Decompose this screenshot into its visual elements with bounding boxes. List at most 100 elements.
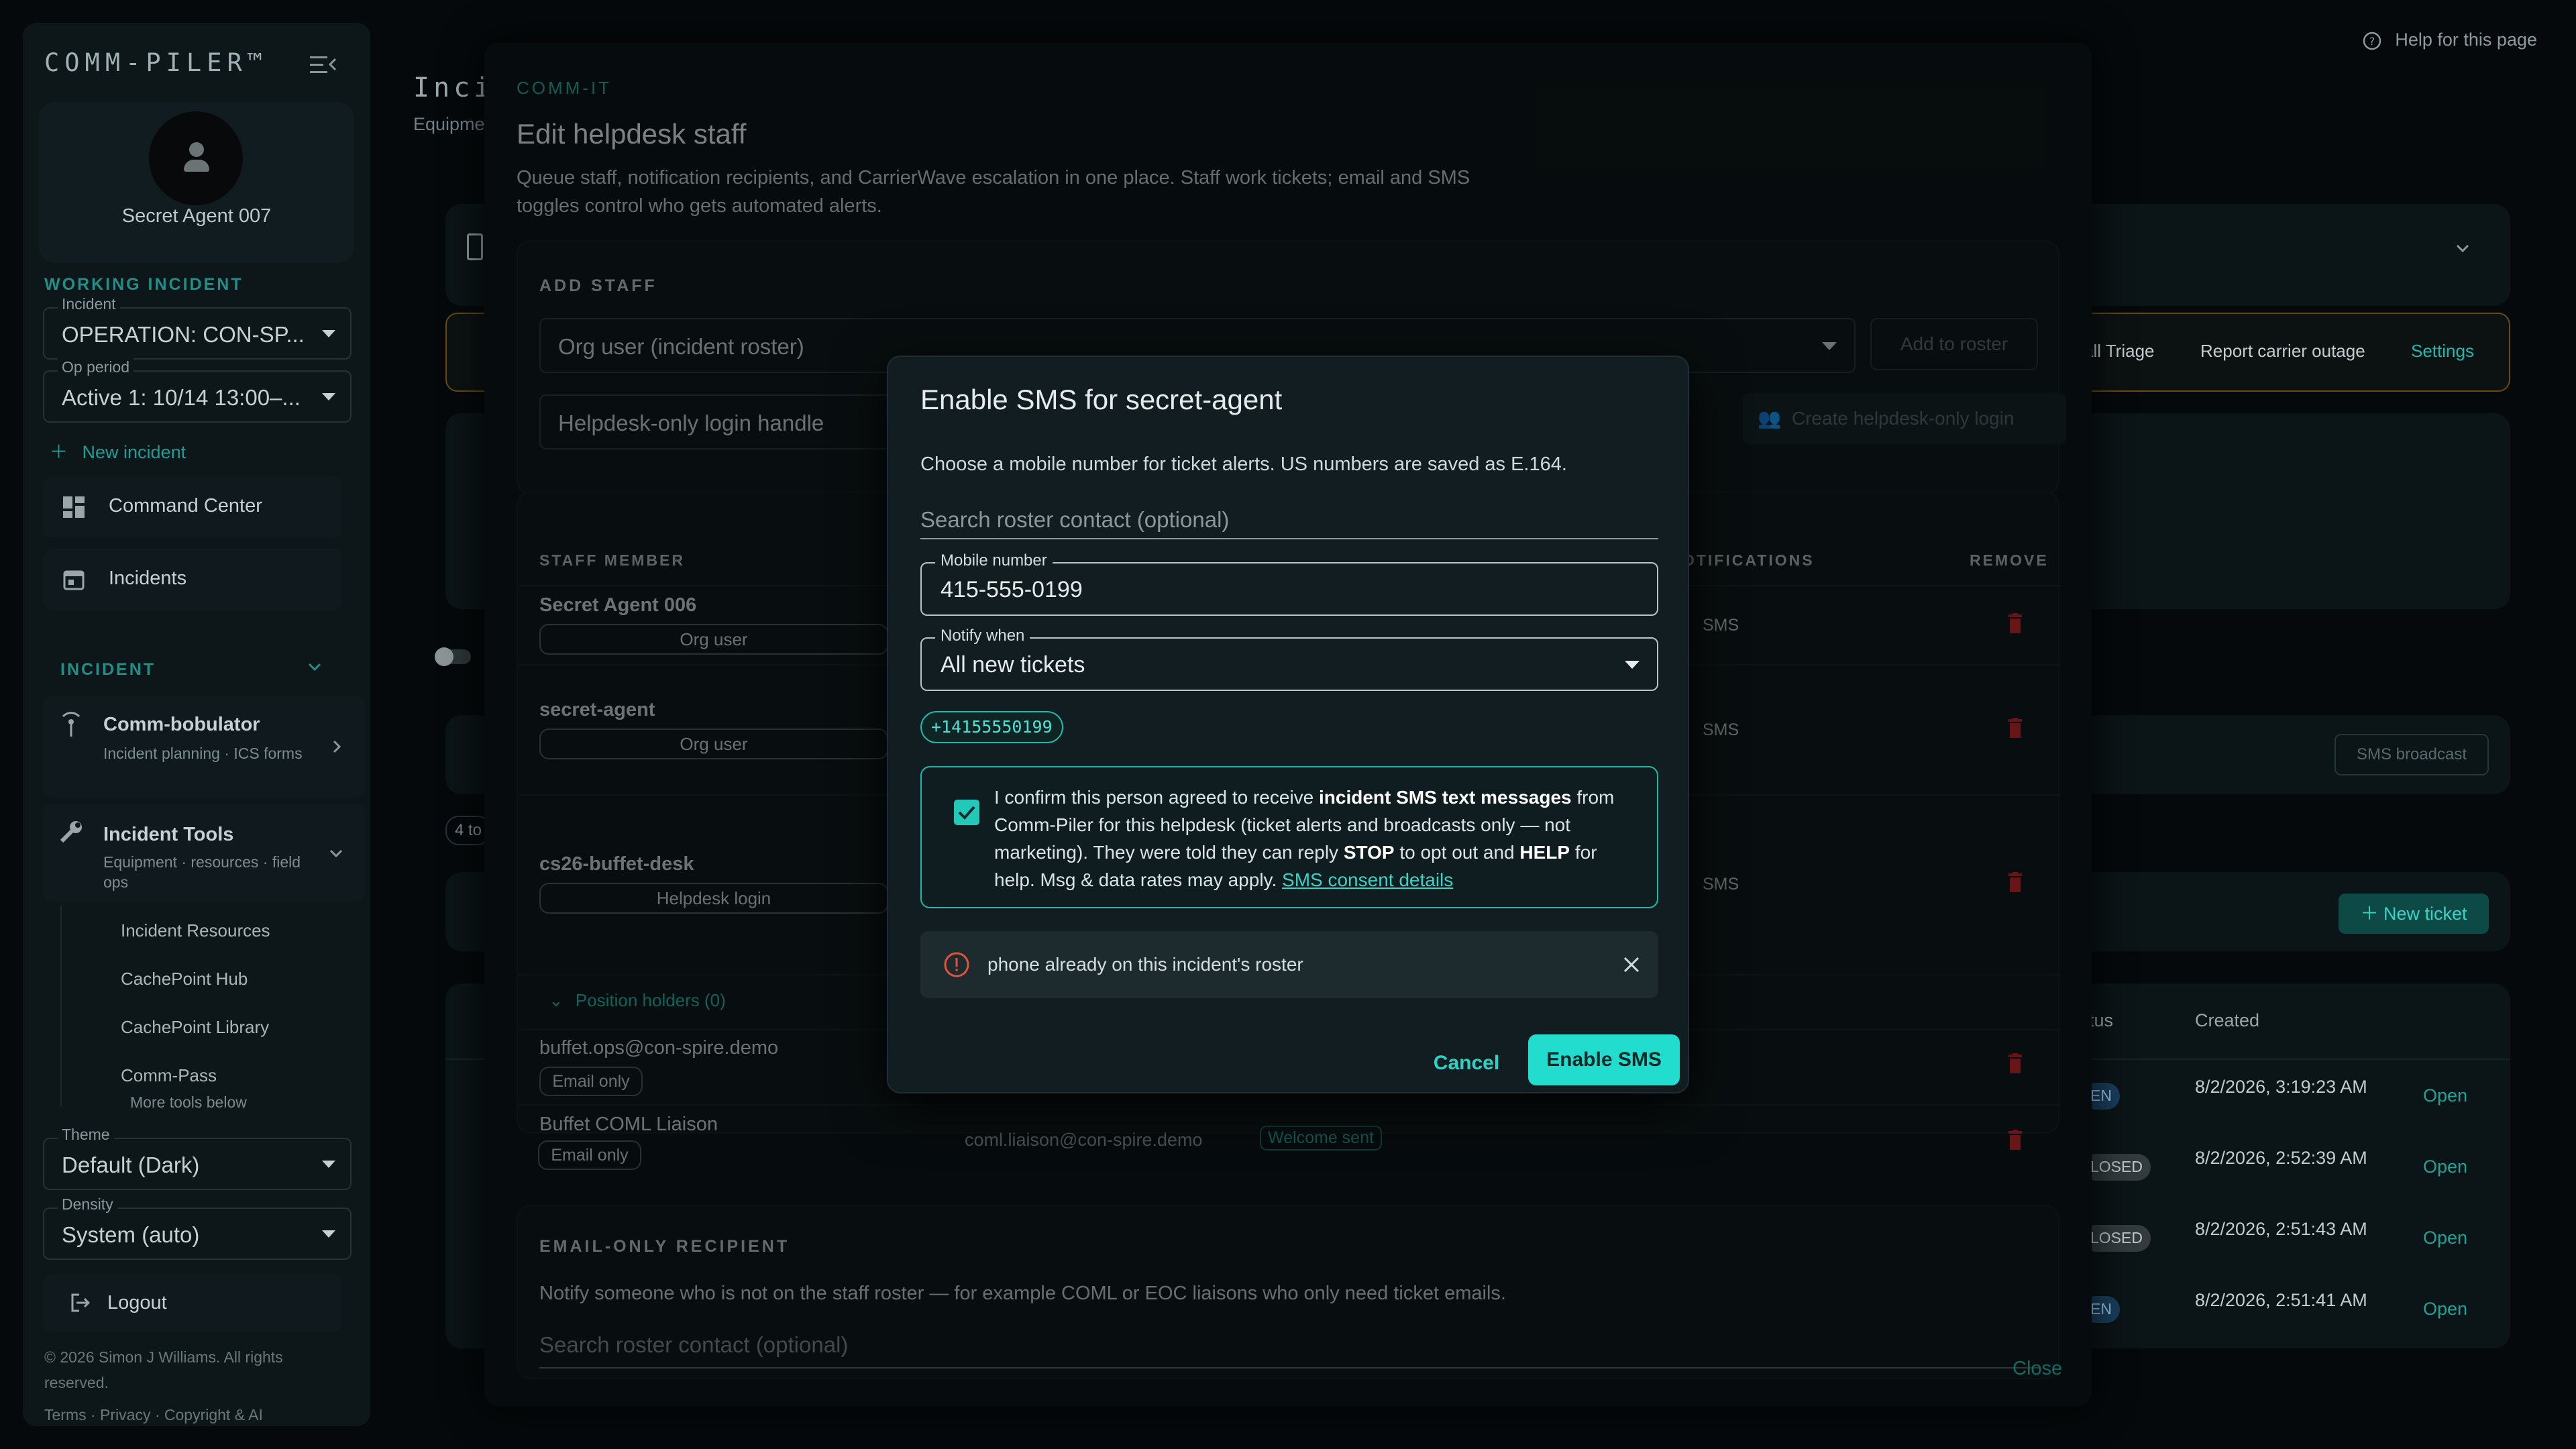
- comm-bobulator-title: Comm-bobulator: [103, 714, 260, 735]
- sub-item-cachepoint-hub[interactable]: CachePoint Hub: [121, 969, 248, 989]
- sms-consent-details-link[interactable]: SMS consent details: [1282, 869, 1453, 890]
- incident-value: OPERATION: CON-SP...: [62, 322, 303, 347]
- triage-link[interactable]: all Triage: [2084, 341, 2155, 362]
- notify-when-value: All new tickets: [941, 652, 1085, 678]
- dialog-description: Queue staff, notification recipients, an…: [517, 167, 1470, 217]
- svg-text:?: ?: [2369, 35, 2375, 48]
- trash-icon[interactable]: [2007, 1130, 2023, 1150]
- density-select[interactable]: Density System (auto): [43, 1195, 352, 1260]
- staff-type-badge: Org user: [539, 624, 888, 655]
- nav-label: Command Center: [109, 495, 262, 517]
- open-ticket-link[interactable]: Open: [2423, 1228, 2467, 1248]
- cancel-button[interactable]: Cancel: [1425, 1038, 1508, 1088]
- comm-bobulator-card[interactable]: Comm-bobulator Incident planning · ICS f…: [43, 696, 365, 797]
- create-login-button[interactable]: 👥 Create helpdesk-only login: [1743, 393, 2066, 444]
- error-icon: [944, 952, 969, 977]
- position-holders-toggle[interactable]: ⌄ Position holders (0): [549, 990, 726, 1011]
- theme-select[interactable]: Theme Default (Dark): [43, 1126, 352, 1190]
- avatar[interactable]: [149, 111, 243, 205]
- antenna-icon: [62, 712, 80, 737]
- notify-when-select[interactable]: Notify when All new tickets: [920, 627, 1658, 691]
- helpdesk-login-input[interactable]: Helpdesk-only login handle: [539, 394, 915, 449]
- sub-item-cachepoint-library[interactable]: CachePoint Library: [121, 1017, 269, 1038]
- help-label: Help for this page: [2395, 30, 2537, 50]
- collapse-menu-icon[interactable]: [310, 54, 337, 76]
- open-ticket-link[interactable]: Open: [2423, 1157, 2467, 1177]
- email-search-input[interactable]: Search roster contact (optional): [539, 1326, 2039, 1368]
- new-incident-link[interactable]: ＋ New incident: [50, 437, 186, 464]
- logout-label: Logout: [107, 1292, 167, 1313]
- settings-link[interactable]: Settings: [2411, 341, 2474, 362]
- logout-button[interactable]: Logout: [43, 1275, 342, 1332]
- chevron-down-icon: [322, 393, 335, 400]
- staff-type-badge: Helpdesk login: [539, 883, 888, 914]
- page-subtitle: Equipme: [413, 114, 485, 134]
- enable-sms-button[interactable]: Enable SMS: [1528, 1034, 1680, 1085]
- footer-links[interactable]: Terms · Privacy · Copyright & AI: [44, 1402, 263, 1428]
- open-ticket-link[interactable]: Open: [2423, 1299, 2467, 1320]
- op-period-select[interactable]: Op period Active 1: 10/14 13:00–...: [43, 358, 352, 423]
- sms-broadcast-button[interactable]: SMS broadcast: [2334, 734, 2489, 775]
- avatar-body: [184, 160, 209, 172]
- col-remove: REMOVE: [1970, 551, 2049, 569]
- more-tools-hint: More tools below: [130, 1093, 247, 1111]
- page-title: Inci: [413, 72, 494, 103]
- sms-tag: SMS: [1703, 720, 1739, 739]
- trash-icon[interactable]: [2007, 718, 2023, 738]
- trash-icon[interactable]: [2007, 872, 2023, 892]
- chevron-down-icon: [322, 330, 335, 337]
- col-notifications: OTIFICATIONS: [1682, 551, 1815, 569]
- add-staff-label: ADD STAFF: [539, 276, 657, 295]
- theme-label: Theme: [58, 1126, 114, 1144]
- chevron-down-icon[interactable]: [2455, 243, 2470, 254]
- roster-contact-search[interactable]: Search roster contact (optional): [920, 500, 1658, 539]
- roster-search-placeholder: Search roster contact (optional): [920, 507, 1230, 532]
- incident-field-label: Incident: [58, 295, 120, 313]
- helpdesk-login-placeholder: Helpdesk-only login handle: [558, 411, 824, 435]
- chevron-down-icon[interactable]: [307, 661, 322, 672]
- new-ticket-label: New ticket: [2383, 904, 2467, 924]
- profile-name: Secret Agent 007: [121, 205, 272, 227]
- wrench-icon: [60, 821, 82, 843]
- email-recipient-name: Buffet COML Liaison: [539, 1114, 718, 1135]
- trash-icon[interactable]: [2007, 613, 2023, 633]
- ticket-created: 8/2/2026, 2:51:43 AM: [2195, 1219, 2367, 1239]
- trash-icon[interactable]: [2007, 1053, 2023, 1073]
- ticket-created: 8/2/2026, 2:51:41 AM: [2195, 1290, 2367, 1310]
- error-message: phone already on this incident's roster: [987, 954, 1303, 975]
- open-ticket-link[interactable]: Open: [2423, 1085, 2467, 1106]
- sms-dialog-description: Choose a mobile number for ticket alerts…: [920, 453, 1567, 475]
- status-badge: LOSED: [2082, 1154, 2151, 1181]
- add-to-roster-button[interactable]: Add to roster: [1870, 318, 2038, 370]
- nav-incidents[interactable]: Incidents: [43, 549, 342, 610]
- consent-text-3: to opt out and: [1394, 842, 1520, 863]
- staff-name: Secret Agent 006: [539, 594, 697, 616]
- report-outage-link[interactable]: Report carrier outage: [2200, 341, 2365, 362]
- density-value: System (auto): [62, 1222, 200, 1247]
- nav-command-center[interactable]: Command Center: [43, 476, 342, 538]
- position-holders-label: Position holders (0): [575, 990, 726, 1010]
- incident-select[interactable]: Incident OPERATION: CON-SP...: [43, 295, 352, 360]
- sub-item-comm-pass[interactable]: Comm-Pass: [121, 1065, 217, 1086]
- phone-icon: [467, 233, 483, 260]
- incident-tools-card[interactable]: Incident Tools Equipment · resources · f…: [43, 804, 365, 902]
- consent-checkbox[interactable]: [954, 800, 979, 825]
- density-label: Density: [58, 1195, 117, 1214]
- chevron-down-icon: ⌄: [549, 990, 564, 1010]
- new-ticket-button[interactable]: ＋ New ticket: [2339, 894, 2489, 934]
- working-incident-label: WORKING INCIDENT: [44, 275, 244, 294]
- mobile-number-label: Mobile number: [935, 551, 1053, 570]
- sub-item-incident-resources[interactable]: Incident Resources: [121, 920, 270, 941]
- mobile-number-input[interactable]: Mobile number 415-555-0199: [920, 551, 1658, 616]
- chevron-down-icon: [322, 1230, 335, 1238]
- logout-icon: [71, 1293, 91, 1312]
- chevron-down-icon: [329, 849, 343, 858]
- close-dialog-button[interactable]: Close: [2012, 1358, 2062, 1380]
- help-link[interactable]: ? Help for this page: [2362, 30, 2537, 51]
- status-badge: LOSED: [2082, 1225, 2151, 1252]
- consent-bold-sms: incident SMS text messages: [1319, 787, 1572, 808]
- close-icon[interactable]: [1621, 954, 1642, 975]
- consent-text: I confirm this person agreed to receive …: [994, 784, 1638, 894]
- toggle-switch[interactable]: [435, 647, 471, 666]
- sms-tag: SMS: [1703, 875, 1739, 894]
